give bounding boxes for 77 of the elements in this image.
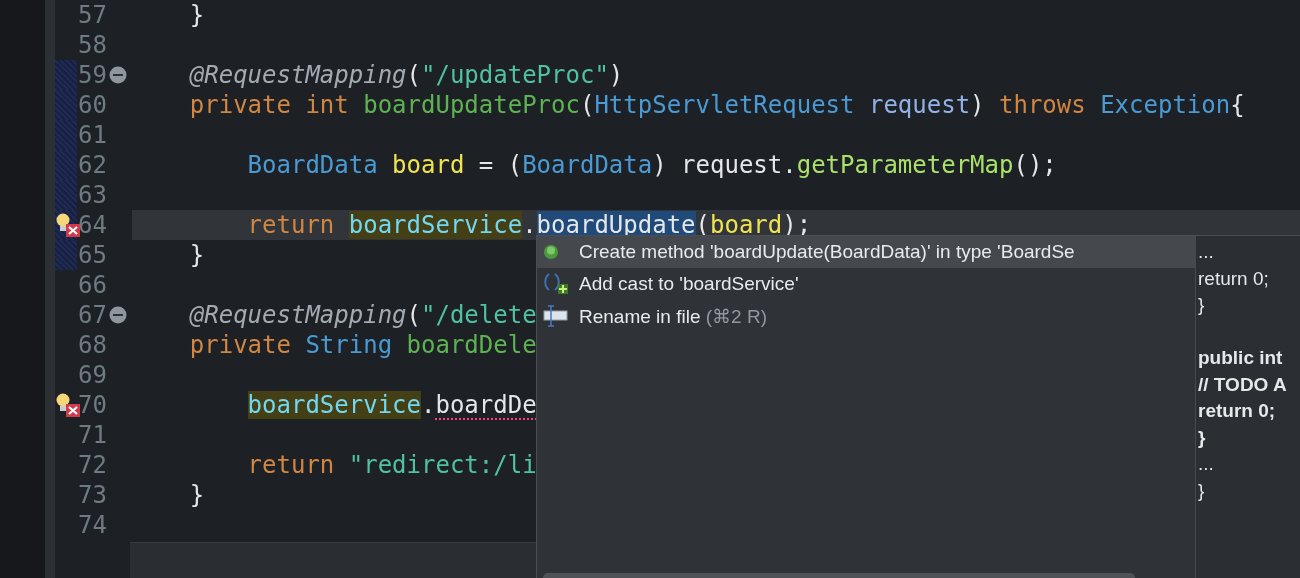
line-number: 60: [77, 91, 107, 119]
preview-code-line: ...: [1197, 452, 1215, 476]
preview-code-line: }: [1197, 425, 1207, 450]
code-text: (: [695, 211, 710, 239]
code-text: (: [579, 91, 595, 119]
type-name: BoardData: [522, 151, 653, 179]
line-number: 57: [77, 1, 107, 29]
line-number: 65: [77, 241, 107, 269]
code-text: ();: [1013, 151, 1057, 179]
keyword: private: [189, 331, 292, 359]
variable-name: board: [710, 211, 783, 239]
line-number: 59: [77, 61, 107, 89]
annotation: @RequestMapping: [189, 61, 407, 89]
field-name: boardService: [247, 391, 421, 419]
line-number: 66: [77, 271, 107, 299]
code-text: (: [406, 61, 421, 89]
line-number: 74: [77, 511, 107, 539]
variable-name: board: [392, 151, 466, 179]
string-literal: "/updateProc": [421, 61, 609, 89]
code-text: ): [970, 91, 986, 119]
field-name: boardService: [348, 211, 523, 239]
line-number: 72: [77, 451, 107, 479]
collapse-icon[interactable]: [109, 306, 127, 324]
code-text: = (: [478, 151, 523, 179]
type-name: BoardData: [247, 151, 379, 179]
line-number: 70: [77, 391, 107, 419]
proposal-item[interactable]: Add cast to 'boardService': [537, 268, 1195, 300]
preview-code-line: }: [1197, 478, 1206, 503]
line-number: 64: [77, 211, 107, 239]
type-name: String: [305, 331, 394, 359]
preview-code-line: }: [1197, 293, 1206, 317]
line-number: 73: [77, 481, 107, 509]
keyword: private: [189, 91, 292, 119]
line-number: 63: [77, 181, 107, 209]
keyword: return: [247, 211, 336, 239]
keyword: return: [247, 451, 336, 479]
preview-code-line: ...: [1197, 240, 1215, 264]
proposal-item[interactable]: Rename in file (⌘2 R): [537, 300, 1195, 332]
type-name: Exception: [1100, 91, 1231, 119]
method-call: getParameterMap: [796, 151, 1014, 179]
proposal-item[interactable]: Create method 'boardUpdate(BoardData)' in type 'BoardSe: [537, 236, 1195, 268]
parameter-name: request: [868, 91, 971, 119]
code-text: }: [189, 241, 205, 269]
preview-code-line: return 0;: [1197, 399, 1277, 423]
method-name: boardUpdateProc: [363, 91, 580, 119]
code-text: boardDe: [435, 391, 537, 419]
line-number: 61: [77, 121, 107, 149]
keyword: throws: [999, 91, 1087, 119]
code-text: (: [406, 301, 421, 329]
line-number: 58: [77, 31, 107, 59]
cast-plus-icon: [543, 272, 569, 296]
code-text: .: [421, 391, 436, 419]
line-number: 69: [77, 361, 107, 389]
line-number: 68: [77, 331, 107, 359]
method-name: boardDele: [406, 331, 537, 359]
code-text: ) request.: [652, 151, 797, 179]
type-name: HttpServletRequest: [594, 91, 856, 119]
code-text: }: [189, 481, 205, 509]
code-text: }: [189, 1, 205, 29]
string-literal: "/delete: [421, 301, 537, 329]
code-text: ): [608, 61, 624, 89]
collapse-icon[interactable]: [109, 66, 127, 84]
string-literal: "redirect:/li: [348, 451, 537, 479]
shortcut-text: (⌘2 R): [705, 305, 767, 327]
rename-icon: [543, 305, 569, 327]
line-number: 67: [77, 301, 107, 329]
code-text: .: [522, 211, 537, 239]
line-number: 71: [77, 421, 107, 449]
method-icon: [543, 244, 559, 260]
annotation: @RequestMapping: [189, 301, 407, 329]
preview-code-line: return 0;: [1197, 266, 1270, 291]
preview-code-line: public int: [1197, 346, 1284, 370]
keyword: int: [305, 91, 350, 119]
code-text: {: [1230, 91, 1245, 119]
line-number: 62: [77, 151, 107, 179]
lightbulb-error-icon[interactable]: [55, 392, 81, 418]
preview-code-line: // TODO A: [1197, 372, 1288, 397]
